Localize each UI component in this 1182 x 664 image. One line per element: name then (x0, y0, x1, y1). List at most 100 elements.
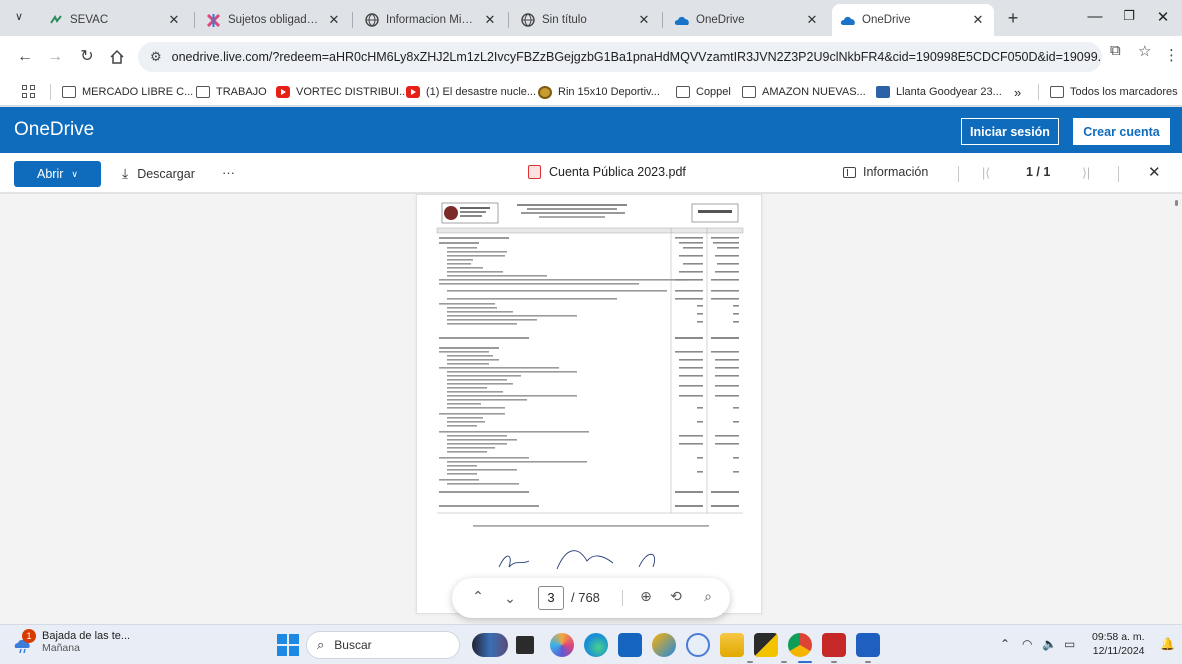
battery-icon[interactable]: ▭ (1064, 637, 1075, 651)
bookmark-trabajo[interactable]: TRABAJO (196, 82, 267, 102)
onedrive-brand[interactable]: OneDrive (14, 119, 94, 141)
apps-grid-icon[interactable] (22, 85, 35, 98)
address-bar[interactable]: ⚙ onedrive.live.com/?redeem=aHR0cHM6Ly8x… (138, 42, 1102, 72)
widgets-image-icon[interactable] (472, 633, 508, 657)
close-icon[interactable]: ✕ (636, 12, 652, 28)
rotate-icon[interactable]: ⟲ (666, 588, 686, 605)
onedrive-cloud-icon (674, 13, 689, 28)
youtube-icon (276, 86, 290, 98)
scrollbar-thumb[interactable] (1175, 200, 1178, 206)
last-page-button[interactable]: ⟩| (1082, 165, 1090, 180)
bookmark-vortec[interactable]: VORTEC DISTRIBUI... (276, 82, 408, 102)
download-icon: ⤓ (122, 165, 129, 181)
open-button[interactable]: Abrir ∨ (14, 161, 101, 187)
forward-button[interactable]: → (44, 46, 66, 68)
bookmark-label: VORTEC DISTRIBUI... (296, 86, 409, 98)
task-view-icon[interactable] (516, 636, 534, 654)
tab-title: SEVAC (70, 14, 109, 26)
tray-overflow-icon[interactable]: ⌃ (1000, 637, 1010, 651)
folder-icon (742, 86, 756, 98)
volume-icon[interactable]: 🔈 (1042, 637, 1057, 651)
file-explorer-icon[interactable] (720, 633, 744, 657)
new-tab-button[interactable]: + (1002, 8, 1024, 28)
reload-button[interactable]: ↻ (76, 46, 98, 68)
notification-bell-icon[interactable]: 🔔 (1160, 637, 1175, 651)
taskbar-search[interactable]: ⌕ Buscar (306, 631, 460, 659)
media-player-icon[interactable] (686, 633, 710, 657)
edge-browser-icon[interactable] (584, 633, 608, 657)
tab-search-button[interactable]: ∨ (10, 10, 28, 28)
system-clock[interactable]: 09:58 a. m. 12/11/2024 (1092, 630, 1145, 658)
page-number-input[interactable]: 3 (538, 586, 564, 610)
bookmark-llanta[interactable]: Llanta Goodyear 23... (876, 82, 1002, 102)
bookmark-label: TRABAJO (216, 86, 267, 98)
start-button-icon[interactable] (276, 633, 300, 657)
globe-icon (364, 13, 379, 28)
bookmark-rin[interactable]: Rin 15x10 Deportiv... (538, 82, 660, 102)
chrome-browser-icon[interactable] (788, 633, 812, 657)
back-button[interactable]: ← (14, 46, 36, 68)
create-account-button[interactable]: Crear cuenta (1073, 118, 1170, 145)
page-navigation-toolbar: ⌃ ⌄ 3 / 768 ⊕ ⟲ ⌕ (452, 578, 730, 618)
youtube-icon (406, 86, 420, 98)
close-icon[interactable]: ✕ (166, 12, 182, 28)
tab-sevac[interactable]: SEVAC ✕ (40, 4, 190, 36)
signin-button[interactable]: Iniciar sesión (961, 118, 1059, 145)
photos-icon[interactable] (652, 633, 676, 657)
bookmark-amazon[interactable]: AMAZON NUEVAS... (742, 82, 866, 102)
first-page-button[interactable]: |⟨ (982, 165, 990, 180)
tab-sujetos[interactable]: Sujetos obligados - I ✕ (198, 4, 350, 36)
folder-icon (62, 86, 76, 98)
tab-sin-titulo[interactable]: Sin título ✕ (512, 4, 660, 36)
close-icon[interactable]: ✕ (804, 12, 820, 28)
zoom-in-icon[interactable]: ⊕ (636, 588, 656, 605)
share-icon[interactable]: ⧉ (1110, 42, 1121, 59)
pdf-page-rendering (436, 202, 744, 570)
word-icon[interactable] (856, 633, 880, 657)
tab-title: Informacion Minima I (386, 14, 476, 26)
bookmarks-divider (50, 84, 51, 100)
all-bookmarks-folder[interactable]: Todos los marcadores (1050, 82, 1178, 102)
tab-onedrive[interactable]: OneDrive ✕ (666, 4, 828, 36)
previous-page-button[interactable]: ⌃ (468, 588, 488, 605)
bookmarks-overflow-button[interactable]: » (1014, 82, 1021, 102)
tab-divider (662, 12, 663, 28)
download-button[interactable]: ⤓ Descargar (122, 165, 195, 182)
bookmark-star-icon[interactable]: ☆ (1138, 42, 1151, 60)
tab-title: Sin título (542, 14, 587, 26)
copilot-icon[interactable] (550, 633, 574, 657)
bookmark-label: AMAZON NUEVAS... (762, 86, 866, 98)
close-icon[interactable]: ✕ (326, 12, 342, 28)
bookmark-mercado-libre[interactable]: MERCADO LIBRE C... (62, 82, 193, 102)
document-canvas[interactable]: ⌃ ⌄ 3 / 768 ⊕ ⟲ ⌕ (0, 194, 1182, 624)
onedrive-header: OneDrive Iniciar sesión Crear cuenta (0, 107, 1182, 153)
close-icon[interactable]: ✕ (482, 12, 498, 28)
close-viewer-button[interactable]: ✕ (1148, 163, 1161, 181)
wifi-icon[interactable]: ◠ (1022, 637, 1032, 651)
bookmark-desastre-nuclear[interactable]: (1) El desastre nucle... (406, 82, 536, 102)
close-window-button[interactable]: ✕ (1152, 8, 1174, 28)
clock-time: 09:58 a. m. (1092, 631, 1145, 643)
home-button[interactable] (106, 46, 128, 68)
tab-strip: ∨ SEVAC ✕ Sujetos obligados - I ✕ Inform… (0, 0, 1182, 36)
restore-button[interactable]: ❐ (1118, 8, 1140, 28)
search-icon[interactable]: ⌕ (698, 588, 718, 605)
info-button[interactable]: Información (843, 165, 928, 179)
sticky-app-icon[interactable] (754, 633, 778, 657)
next-page-button[interactable]: ⌄ (500, 590, 520, 607)
pdf-reader-icon[interactable] (822, 633, 846, 657)
tab-informacion[interactable]: Informacion Minima I ✕ (356, 4, 506, 36)
minimize-button[interactable]: — (1084, 8, 1106, 28)
weather-title: Bajada de las te... (42, 630, 131, 642)
site-settings-icon[interactable]: ⚙ (150, 49, 162, 65)
url-text[interactable]: onedrive.live.com/?redeem=aHR0cHM6Ly8xZH… (172, 50, 1102, 64)
close-icon[interactable]: ✕ (970, 12, 986, 28)
store-icon[interactable] (618, 633, 642, 657)
chevron-down-icon: ∨ (71, 168, 78, 179)
weather-widget[interactable]: 1 Bajada de las te... Mañana (12, 629, 131, 654)
bookmark-coppel[interactable]: Coppel (676, 82, 731, 102)
menu-kebab-icon[interactable]: ⋮ (1164, 46, 1179, 64)
tab-onedrive-active[interactable]: OneDrive ✕ (832, 4, 994, 36)
info-panel-icon (843, 166, 856, 178)
more-options-button[interactable]: ··· (222, 165, 235, 180)
